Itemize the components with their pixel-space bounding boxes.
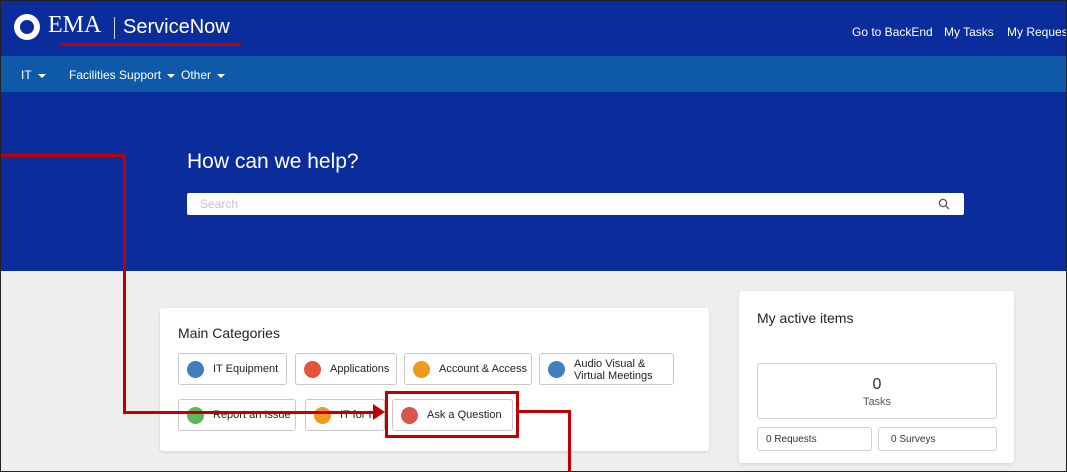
category-applications[interactable]: Applications [295,353,397,385]
main-categories-title: Main Categories [178,325,280,341]
account-access-icon [413,361,430,378]
it-for-icon [314,407,331,424]
annotation-line [123,154,126,414]
caret-down-icon [37,73,46,78]
category-audio-visual[interactable]: Audio Visual & Virtual Meetings [539,353,674,385]
requests-label: 0 Requests [766,434,817,445]
nav-item-facilities-support[interactable]: Facilities Support [69,68,176,82]
logo-text[interactable]: EMA [48,12,101,39]
hero-banner: How can we help? Search [1,92,1066,271]
nav-item-label: Other [181,68,212,82]
tasks-count: 0 [872,376,882,393]
annotation-underline [59,43,241,46]
annotation-highlight-box [385,391,519,438]
active-items-title: My active items [757,310,854,326]
active-items-card: My active items 0 Tasks 0 Requests 0 Sur… [739,291,1014,463]
search-placeholder: Search [200,197,239,211]
logo-divider [114,17,115,39]
tasks-label: Tasks [862,396,892,408]
nav-item-other[interactable]: Other [181,68,226,82]
my-requests-link[interactable]: My Requests [1007,25,1066,39]
top-bar: EMA ServiceNow Go to BackEnd My Tasks My… [1,1,1066,56]
category-label: Applications [330,363,390,375]
nav-item-it[interactable]: IT [21,68,46,82]
tasks-tile[interactable]: 0 Tasks [757,363,997,419]
audio-visual-icon [548,361,565,378]
surveys-label: 0 Surveys [891,434,936,445]
surveys-tile[interactable]: 0 Surveys [878,427,997,451]
category-label: Audio Visual & Virtual Meetings [574,358,653,382]
nav-item-label: IT [21,68,32,82]
requests-tile[interactable]: 0 Requests [757,427,872,451]
caret-down-icon [167,73,176,78]
nav-item-label: Facilities Support [69,68,162,82]
category-account-access[interactable]: Account & Access [404,353,532,385]
applications-icon [304,361,321,378]
app-name[interactable]: ServiceNow [123,16,230,39]
my-tasks-link[interactable]: My Tasks [944,25,994,39]
category-label: IT Equipment [213,363,279,375]
annotation-line [1,154,126,157]
report-issue-icon [187,407,204,424]
portal-window: EMA ServiceNow Go to BackEnd My Tasks My… [0,0,1067,472]
annotation-arrowhead [373,404,385,420]
annotation-line [123,411,375,414]
it-equipment-icon [187,361,204,378]
category-it-equipment[interactable]: IT Equipment [178,353,287,385]
annotation-line [519,410,571,413]
category-report-issue[interactable]: Report an Issue [178,399,296,431]
category-label: Account & Access [439,363,528,375]
annotation-line [568,410,571,471]
caret-down-icon [217,73,226,78]
hero-title: How can we help? [187,150,359,173]
search-input[interactable]: Search [187,193,964,215]
nav-bar: IT Facilities Support Other [1,56,1066,92]
search-icon[interactable] [938,198,950,210]
go-to-backend-link[interactable]: Go to BackEnd [852,25,933,39]
ema-logo-icon[interactable] [14,14,40,40]
